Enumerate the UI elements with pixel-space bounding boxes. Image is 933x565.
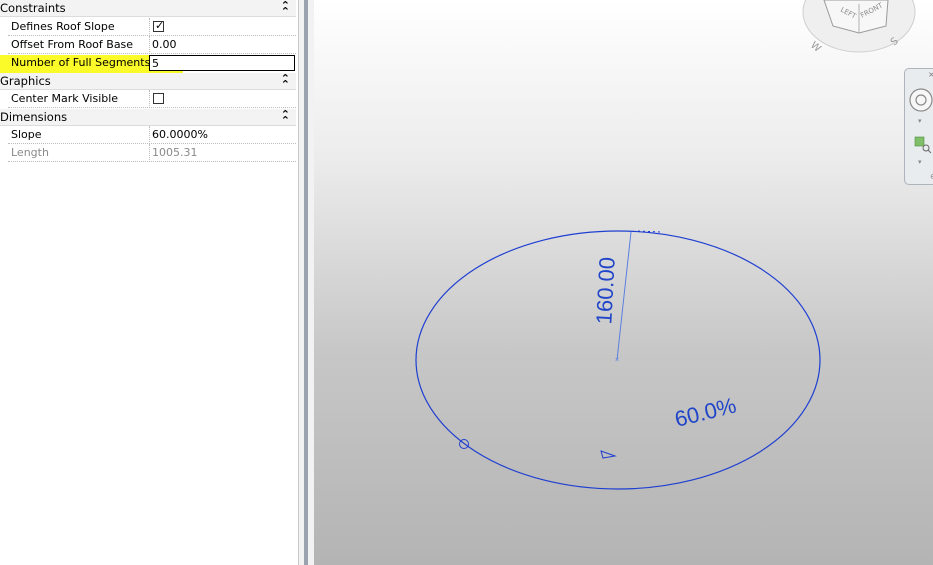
number-of-full-segments-input[interactable]: 5	[149, 55, 295, 71]
group-header-graphics[interactable]: Graphics ⌃ ⌃	[0, 73, 296, 90]
group-title: Dimensions	[0, 110, 68, 124]
properties-panel: Constraints ⌃ ⌃ Defines Roof Slope ✓ Offs…	[0, 0, 298, 565]
navbar-close-icon[interactable]: ×	[928, 70, 933, 79]
slope-annotation-text[interactable]: 60.0%	[672, 393, 739, 432]
viewcube[interactable]: LEFT FRONT W S	[802, 0, 916, 55]
property-label: Slope	[11, 128, 42, 141]
center-mark-icon: ×	[614, 357, 619, 364]
property-row-slope[interactable]: Slope 60.0000%	[8, 126, 296, 144]
drawing-canvas[interactable]: × 160.00 60.0% LEFT FRONT W S × ▾ ▾	[314, 0, 933, 565]
property-label: Defines Roof Slope	[11, 20, 115, 33]
splitter-bar	[304, 0, 308, 565]
collapse-icon[interactable]: ⌃ ⌃	[281, 73, 290, 90]
property-row-center-mark-visible[interactable]: Center Mark Visible	[8, 90, 296, 108]
property-label: Center Mark Visible	[11, 92, 119, 105]
radius-dimension-text[interactable]: 160.00	[591, 256, 619, 325]
group-header-dimensions[interactable]: Dimensions ⌃ ⌃	[0, 109, 296, 126]
panel-splitter[interactable]	[298, 0, 314, 565]
column-divider	[149, 18, 150, 36]
slope-value[interactable]: 60.0000%	[152, 128, 208, 141]
collapse-icon[interactable]: ⌃ ⌃	[281, 0, 290, 17]
column-divider	[149, 126, 150, 144]
zoom-region-icon[interactable]	[914, 136, 932, 154]
property-label: Offset From Roof Base	[11, 38, 134, 51]
checkmark-icon: ✓	[155, 19, 165, 32]
offset-from-roof-base-value[interactable]: 0.00	[152, 38, 177, 51]
property-label: Number of Full Segments	[11, 56, 151, 69]
column-divider	[149, 144, 150, 162]
center-mark-visible-checkbox[interactable]	[153, 93, 164, 104]
property-label: Length	[11, 146, 49, 159]
group-header-constraints[interactable]: Constraints ⌃ ⌃	[0, 0, 296, 17]
length-value: 1005.31	[152, 146, 198, 159]
collapse-icon[interactable]: ⌃ ⌃	[281, 109, 290, 126]
column-divider	[149, 90, 150, 108]
compass-w-label: W	[808, 40, 823, 55]
chevron-down-icon[interactable]: ▾	[918, 158, 922, 166]
sketch-svg: × 160.00 60.0% LEFT FRONT W S	[415, 0, 916, 490]
slope-arrow-icon[interactable]	[600, 450, 617, 459]
steering-wheel-icon[interactable]	[909, 88, 933, 112]
chevron-down-icon[interactable]: ▾	[918, 117, 922, 125]
property-row-offset-from-roof-base[interactable]: Offset From Roof Base 0.00	[8, 36, 296, 54]
group-title: Constraints	[0, 1, 66, 15]
input-value: 5	[152, 57, 159, 70]
property-row-defines-roof-slope[interactable]: Defines Roof Slope ✓	[8, 18, 296, 36]
group-title: Graphics	[0, 74, 51, 88]
defines-roof-slope-checkbox[interactable]: ✓	[153, 19, 165, 32]
navigation-bar: × ▾ ▾ ⊖	[904, 68, 933, 185]
radius-dimension-line[interactable]	[616, 231, 632, 361]
property-row-length: Length 1005.31	[8, 144, 296, 162]
column-divider	[149, 36, 150, 54]
